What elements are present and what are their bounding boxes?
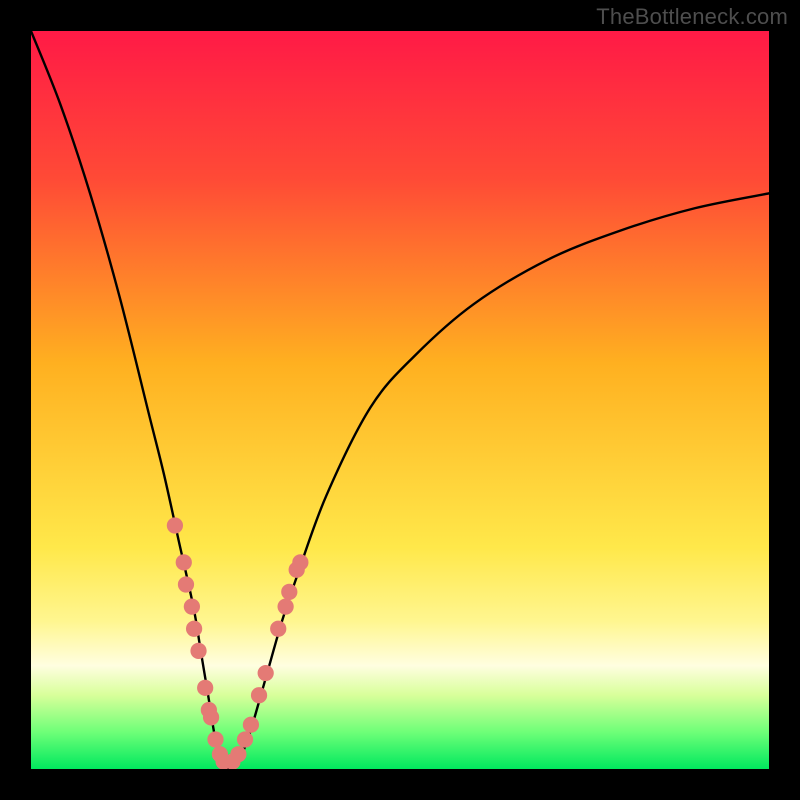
sample-point <box>292 554 308 570</box>
sample-point <box>243 717 259 733</box>
sample-point <box>230 746 246 762</box>
sample-point <box>184 599 200 615</box>
sample-point <box>281 584 297 600</box>
sample-point <box>237 731 253 747</box>
sample-point <box>190 643 206 659</box>
plot-area <box>31 31 769 769</box>
sample-point <box>167 517 183 533</box>
sample-point <box>258 665 274 681</box>
sample-point <box>251 687 267 703</box>
sample-point <box>203 709 219 725</box>
sample-point <box>197 680 213 696</box>
watermark-text: TheBottleneck.com <box>596 4 788 30</box>
sample-point <box>176 554 192 570</box>
sample-point <box>178 576 194 592</box>
sample-point <box>207 731 223 747</box>
sample-point <box>270 621 286 637</box>
gradient-background <box>31 31 769 769</box>
chart-frame: TheBottleneck.com <box>0 0 800 800</box>
bottleneck-chart <box>31 31 769 769</box>
sample-point <box>186 621 202 637</box>
sample-point <box>277 599 293 615</box>
